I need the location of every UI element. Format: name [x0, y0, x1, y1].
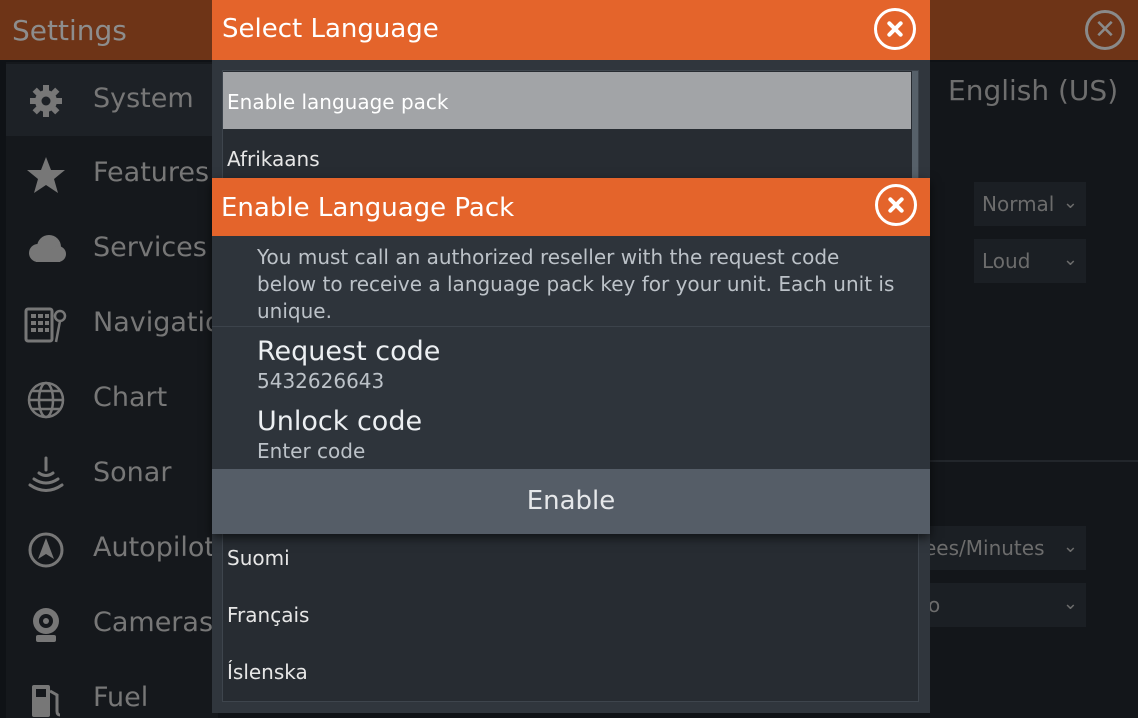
list-item-label: Enable language pack — [227, 90, 449, 114]
list-item[interactable]: Enable language pack — [223, 72, 911, 129]
settings-content-panel: English (US) Normal ⌄ Loud ⌄ ees/Minutes… — [924, 62, 1138, 718]
list-item[interactable]: Français — [223, 585, 911, 642]
list-item[interactable]: Íslenska — [223, 642, 911, 699]
sidebar-item-label: System — [93, 83, 194, 114]
request-code-label: Request code — [257, 336, 441, 367]
sidebar-item-fuel[interactable]: Fuel — [6, 663, 218, 718]
setting-select-2[interactable]: Loud ⌄ — [974, 239, 1086, 283]
star-icon — [27, 157, 65, 193]
settings-close-icon[interactable]: ✕ — [1085, 10, 1125, 50]
divider — [212, 326, 930, 327]
unlock-code-input[interactable]: Enter code — [257, 439, 365, 463]
sidebar-item-features[interactable]: Features — [6, 138, 218, 210]
unlock-code-label: Unlock code — [257, 406, 423, 437]
camera-icon — [33, 608, 59, 642]
sidebar-item-system[interactable]: System — [6, 64, 218, 136]
setting-select-4[interactable]: o ⌄ — [928, 583, 1086, 627]
sidebar-item-chart[interactable]: Chart — [6, 363, 218, 435]
navigation-calculator-icon — [24, 307, 67, 343]
gear-icon — [30, 85, 62, 117]
dialog-title: Select Language — [222, 14, 439, 44]
dialog-title: Enable Language Pack — [221, 193, 515, 223]
sidebar-item-cameras[interactable]: Cameras — [6, 588, 218, 660]
dialog-header: Select Language — [212, 0, 930, 60]
sidebar-item-label: Cameras — [93, 607, 214, 638]
autopilot-icon — [28, 532, 64, 568]
sidebar-item-label: Services — [93, 232, 207, 263]
list-item-label: Afrikaans — [227, 147, 320, 171]
settings-title: Settings — [12, 14, 127, 47]
list-item-label: Suomi — [227, 546, 290, 570]
divider — [930, 460, 1138, 462]
chevron-down-icon: ⌄ — [1062, 192, 1078, 213]
cloud-icon — [29, 235, 66, 262]
list-item[interactable]: Suomi — [223, 528, 911, 585]
sidebar-item-services[interactable]: Services — [6, 213, 218, 285]
chevron-down-icon: ⌄ — [1062, 249, 1078, 270]
close-icon[interactable] — [874, 8, 916, 50]
setting-select-value: Normal — [982, 192, 1055, 216]
globe-icon — [27, 381, 65, 419]
list-item-label: Íslenska — [227, 660, 308, 684]
setting-select-3[interactable]: ees/Minutes ⌄ — [924, 526, 1086, 570]
sidebar-item-label: Fuel — [93, 682, 149, 713]
setting-select-1[interactable]: Normal ⌄ — [974, 182, 1086, 226]
setting-select-value: ees/Minutes — [924, 536, 1045, 560]
sidebar-item-label: Features — [93, 157, 210, 188]
sidebar-item-label: Sonar — [93, 457, 172, 488]
sidebar-item-label: Chart — [93, 382, 168, 413]
enable-button-label: Enable — [526, 486, 616, 516]
dialog-message: You must call an authorized reseller wit… — [257, 245, 895, 323]
sonar-icon — [28, 456, 64, 492]
current-language-value[interactable]: English (US) — [948, 74, 1118, 107]
enable-language-pack-dialog: Enable Language Pack You must call an au… — [212, 178, 930, 534]
sidebar-item-navigation[interactable]: Navigation — [6, 288, 239, 360]
list-item-label: Français — [227, 603, 310, 627]
fuel-pump-icon — [32, 685, 61, 717]
sidebar-item-sonar[interactable]: Sonar — [6, 438, 218, 510]
request-code-value: 5432626643 — [257, 369, 385, 393]
close-icon[interactable] — [875, 184, 917, 226]
sidebar-item-autopilot[interactable]: Autopilot — [6, 513, 218, 585]
chevron-down-icon: ⌄ — [1062, 593, 1078, 614]
sidebar-item-label: Autopilot — [93, 532, 215, 563]
enable-button[interactable]: Enable — [212, 469, 930, 534]
chevron-down-icon: ⌄ — [1062, 536, 1078, 557]
dialog-header: Enable Language Pack — [212, 178, 930, 236]
settings-sidebar: System Features Services Navigation Char… — [6, 62, 239, 718]
setting-select-value: Loud — [982, 249, 1031, 273]
